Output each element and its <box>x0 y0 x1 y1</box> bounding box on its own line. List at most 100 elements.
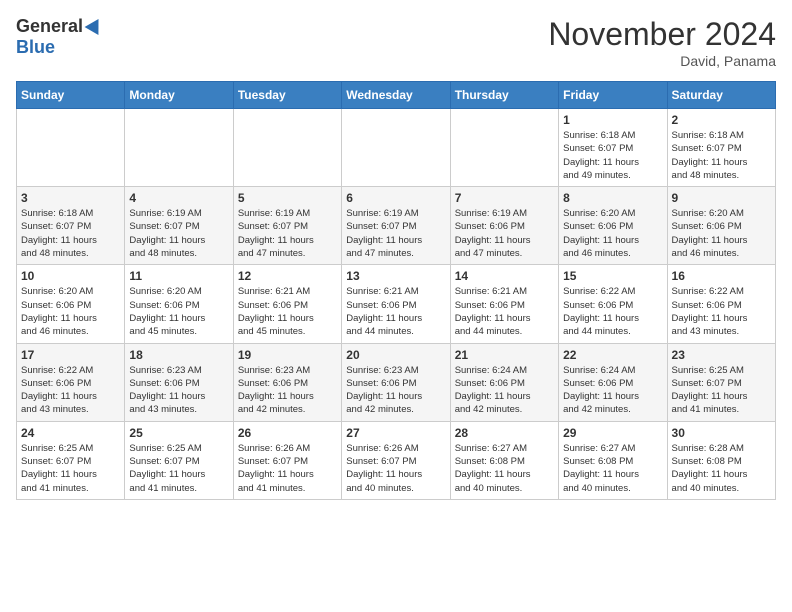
calendar-cell: 1 Sunrise: 6:18 AM Sunset: 6:07 PM Daylig… <box>559 109 667 187</box>
calendar-cell: 26 Sunrise: 6:26 AM Sunset: 6:07 PM Dayli… <box>233 421 341 499</box>
calendar-header-friday: Friday <box>559 82 667 109</box>
day-info: Sunrise: 6:19 AM Sunset: 6:07 PM Dayligh… <box>129 207 228 260</box>
day-number: 20 <box>346 348 445 362</box>
calendar-header-monday: Monday <box>125 82 233 109</box>
day-info: Sunrise: 6:20 AM Sunset: 6:06 PM Dayligh… <box>563 207 662 260</box>
page-header: General Blue November 2024 David, Panama <box>16 16 776 69</box>
calendar-week-row: 24 Sunrise: 6:25 AM Sunset: 6:07 PM Dayli… <box>17 421 776 499</box>
day-number: 16 <box>672 269 771 283</box>
calendar-week-row: 17Sunrise: 6:22 AM Sunset: 6:06 PM Dayli… <box>17 343 776 421</box>
day-number: 26 <box>238 426 337 440</box>
day-number: 4 <box>129 191 228 205</box>
day-info: Sunrise: 6:19 AM Sunset: 6:07 PM Dayligh… <box>238 207 337 260</box>
calendar-cell: 15 Sunrise: 6:22 AM Sunset: 6:06 PM Dayli… <box>559 265 667 343</box>
calendar-cell: 14 Sunrise: 6:21 AM Sunset: 6:06 PM Dayli… <box>450 265 558 343</box>
day-info: Sunrise: 6:23 AM Sunset: 6:06 PM Dayligh… <box>346 364 445 417</box>
calendar-cell: 22 Sunrise: 6:24 AM Sunset: 6:06 PM Dayli… <box>559 343 667 421</box>
day-number: 14 <box>455 269 554 283</box>
day-info: Sunrise: 6:22 AM Sunset: 6:06 PM Dayligh… <box>21 364 120 417</box>
day-info: Sunrise: 6:27 AM Sunset: 6:08 PM Dayligh… <box>563 442 662 495</box>
calendar-cell: 18Sunrise: 6:23 AM Sunset: 6:06 PM Dayli… <box>125 343 233 421</box>
day-number: 28 <box>455 426 554 440</box>
day-number: 5 <box>238 191 337 205</box>
day-number: 7 <box>455 191 554 205</box>
day-number: 15 <box>563 269 662 283</box>
calendar-cell: 9 Sunrise: 6:20 AM Sunset: 6:06 PM Daylig… <box>667 187 775 265</box>
calendar-cell: 3Sunrise: 6:18 AM Sunset: 6:07 PM Daylig… <box>17 187 125 265</box>
day-number: 1 <box>563 113 662 127</box>
calendar-cell <box>125 109 233 187</box>
calendar-cell <box>233 109 341 187</box>
calendar-cell: 13 Sunrise: 6:21 AM Sunset: 6:06 PM Dayli… <box>342 265 450 343</box>
logo: General Blue <box>16 16 103 58</box>
calendar-cell: 4 Sunrise: 6:19 AM Sunset: 6:07 PM Daylig… <box>125 187 233 265</box>
calendar-week-row: 10 Sunrise: 6:20 AM Sunset: 6:06 PM Dayli… <box>17 265 776 343</box>
calendar-cell: 11 Sunrise: 6:20 AM Sunset: 6:06 PM Dayli… <box>125 265 233 343</box>
day-info: Sunrise: 6:19 AM Sunset: 6:07 PM Dayligh… <box>346 207 445 260</box>
day-info: Sunrise: 6:26 AM Sunset: 6:07 PM Dayligh… <box>346 442 445 495</box>
day-number: 23 <box>672 348 771 362</box>
calendar-cell: 10Sunrise: 6:20 AM Sunset: 6:06 PM Dayli… <box>17 265 125 343</box>
day-info: Sunrise: 6:19 AM Sunset: 6:06 PM Dayligh… <box>455 207 554 260</box>
day-number: 11 <box>129 269 228 283</box>
calendar-cell: 25Sunrise: 6:25 AM Sunset: 6:07 PM Dayli… <box>125 421 233 499</box>
day-info: Sunrise: 6:21 AM Sunset: 6:06 PM Dayligh… <box>455 285 554 338</box>
logo-triangle-icon <box>85 14 106 34</box>
day-number: 27 <box>346 426 445 440</box>
day-info: Sunrise: 6:18 AM Sunset: 6:07 PM Dayligh… <box>563 129 662 182</box>
day-number: 8 <box>563 191 662 205</box>
day-number: 6 <box>346 191 445 205</box>
month-title: November 2024 <box>548 16 776 53</box>
day-number: 21 <box>455 348 554 362</box>
calendar-cell: 17Sunrise: 6:22 AM Sunset: 6:06 PM Dayli… <box>17 343 125 421</box>
day-number: 12 <box>238 269 337 283</box>
day-info: Sunrise: 6:24 AM Sunset: 6:06 PM Dayligh… <box>455 364 554 417</box>
calendar-cell: 16 Sunrise: 6:22 AM Sunset: 6:06 PM Dayli… <box>667 265 775 343</box>
calendar-cell: 21 Sunrise: 6:24 AM Sunset: 6:06 PM Dayli… <box>450 343 558 421</box>
logo-blue-text: Blue <box>16 37 55 58</box>
day-info: Sunrise: 6:24 AM Sunset: 6:06 PM Dayligh… <box>563 364 662 417</box>
calendar-cell: 6 Sunrise: 6:19 AM Sunset: 6:07 PM Daylig… <box>342 187 450 265</box>
calendar-header-sunday: Sunday <box>17 82 125 109</box>
calendar-cell <box>342 109 450 187</box>
calendar-header-tuesday: Tuesday <box>233 82 341 109</box>
day-number: 18 <box>129 348 228 362</box>
calendar-cell: 2Sunrise: 6:18 AM Sunset: 6:07 PM Daylig… <box>667 109 775 187</box>
calendar-header-saturday: Saturday <box>667 82 775 109</box>
day-number: 3 <box>21 191 120 205</box>
day-number: 24 <box>21 426 120 440</box>
day-info: Sunrise: 6:25 AM Sunset: 6:07 PM Dayligh… <box>672 364 771 417</box>
day-number: 19 <box>238 348 337 362</box>
day-info: Sunrise: 6:28 AM Sunset: 6:08 PM Dayligh… <box>672 442 771 495</box>
calendar-week-row: 1 Sunrise: 6:18 AM Sunset: 6:07 PM Daylig… <box>17 109 776 187</box>
day-info: Sunrise: 6:22 AM Sunset: 6:06 PM Dayligh… <box>672 285 771 338</box>
location-subtitle: David, Panama <box>548 53 776 69</box>
day-info: Sunrise: 6:22 AM Sunset: 6:06 PM Dayligh… <box>563 285 662 338</box>
day-info: Sunrise: 6:20 AM Sunset: 6:06 PM Dayligh… <box>672 207 771 260</box>
title-section: November 2024 David, Panama <box>548 16 776 69</box>
day-number: 13 <box>346 269 445 283</box>
calendar-cell: 27 Sunrise: 6:26 AM Sunset: 6:07 PM Dayli… <box>342 421 450 499</box>
calendar-cell: 28Sunrise: 6:27 AM Sunset: 6:08 PM Dayli… <box>450 421 558 499</box>
calendar-cell: 20 Sunrise: 6:23 AM Sunset: 6:06 PM Dayli… <box>342 343 450 421</box>
logo-general-text: General <box>16 16 83 37</box>
day-info: Sunrise: 6:18 AM Sunset: 6:07 PM Dayligh… <box>672 129 771 182</box>
day-info: Sunrise: 6:25 AM Sunset: 6:07 PM Dayligh… <box>129 442 228 495</box>
calendar-cell: 8 Sunrise: 6:20 AM Sunset: 6:06 PM Daylig… <box>559 187 667 265</box>
calendar-cell: 5 Sunrise: 6:19 AM Sunset: 6:07 PM Daylig… <box>233 187 341 265</box>
day-number: 30 <box>672 426 771 440</box>
day-number: 9 <box>672 191 771 205</box>
calendar-week-row: 3Sunrise: 6:18 AM Sunset: 6:07 PM Daylig… <box>17 187 776 265</box>
day-info: Sunrise: 6:21 AM Sunset: 6:06 PM Dayligh… <box>346 285 445 338</box>
day-info: Sunrise: 6:21 AM Sunset: 6:06 PM Dayligh… <box>238 285 337 338</box>
calendar-table: SundayMondayTuesdayWednesdayThursdayFrid… <box>16 81 776 500</box>
day-number: 29 <box>563 426 662 440</box>
day-number: 10 <box>21 269 120 283</box>
calendar-cell: 29 Sunrise: 6:27 AM Sunset: 6:08 PM Dayli… <box>559 421 667 499</box>
day-number: 22 <box>563 348 662 362</box>
day-info: Sunrise: 6:20 AM Sunset: 6:06 PM Dayligh… <box>129 285 228 338</box>
calendar-cell <box>450 109 558 187</box>
calendar-header-thursday: Thursday <box>450 82 558 109</box>
day-info: Sunrise: 6:26 AM Sunset: 6:07 PM Dayligh… <box>238 442 337 495</box>
calendar-cell: 12 Sunrise: 6:21 AM Sunset: 6:06 PM Dayli… <box>233 265 341 343</box>
